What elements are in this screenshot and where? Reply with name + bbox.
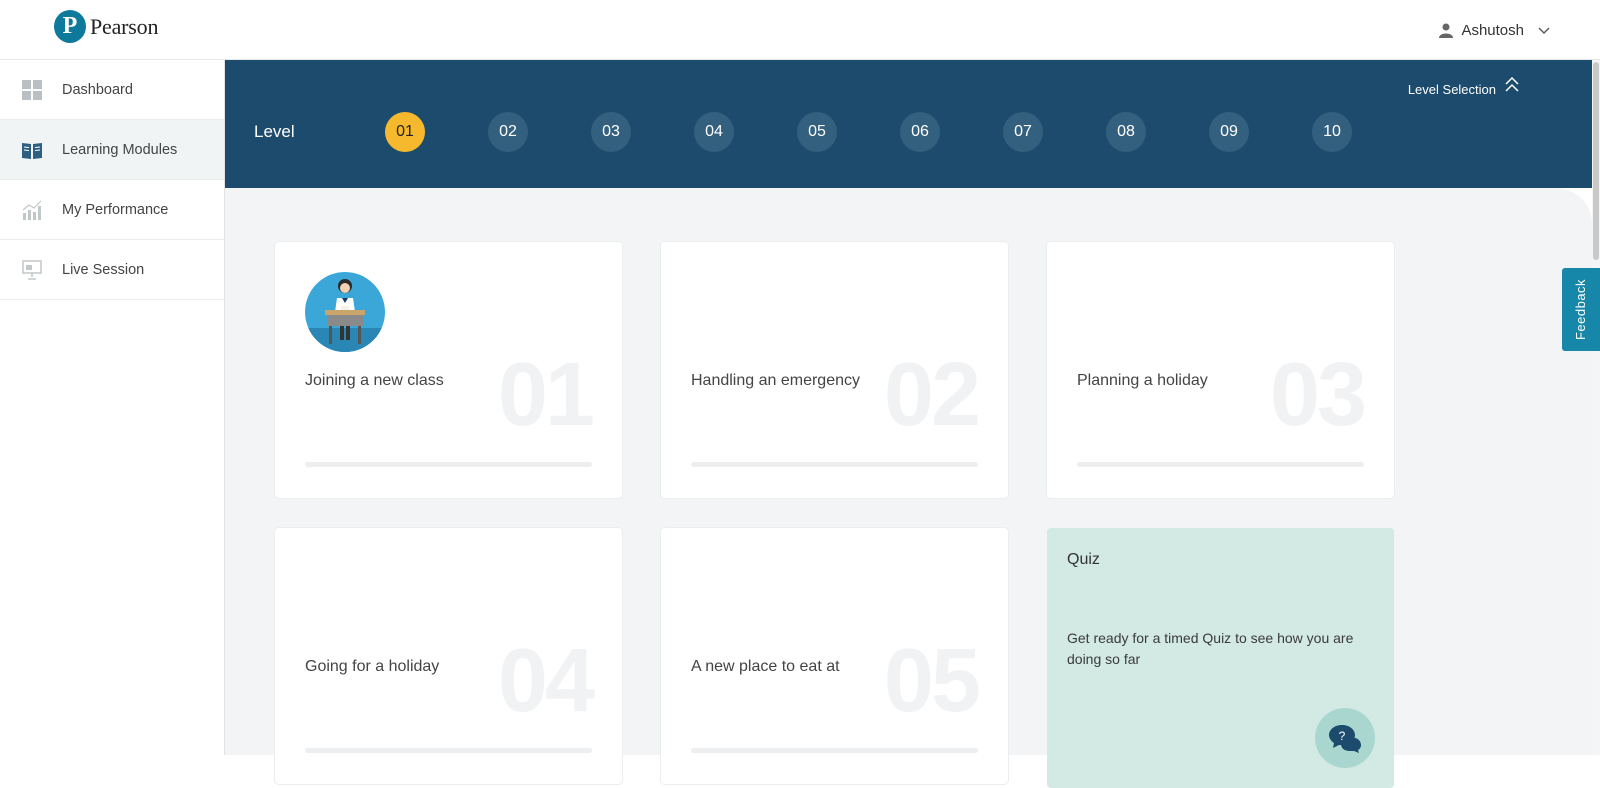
- user-menu[interactable]: Ashutosh: [1439, 22, 1550, 39]
- module-progress-bar: [1077, 462, 1364, 467]
- module-number: 01: [497, 345, 595, 445]
- quiz-description: Get ready for a timed Quiz to see how yo…: [1067, 630, 1354, 667]
- module-title: Joining a new class: [305, 372, 444, 389]
- feedback-label: Feedback: [1573, 278, 1589, 341]
- book-icon: [22, 140, 42, 160]
- chat-question-icon[interactable]: ?: [1315, 708, 1375, 768]
- pearson-logo-mark: P: [54, 10, 86, 43]
- feedback-tab[interactable]: Feedback: [1562, 268, 1600, 351]
- module-number: 03: [1269, 345, 1367, 445]
- module-progress-bar: [305, 462, 592, 467]
- module-progress-bar: [691, 748, 978, 753]
- module-number: 05: [883, 631, 981, 731]
- level-selection-label: Level Selection: [1407, 82, 1496, 97]
- level-09-button[interactable]: 09: [1209, 112, 1249, 152]
- level-01-button[interactable]: 01: [385, 112, 425, 152]
- top-header: P Pearson Ashutosh: [0, 0, 1600, 60]
- level-selector-band: Level 01 02 03 04 05 06 07 08 09 10 Leve…: [225, 60, 1600, 188]
- module-card-05[interactable]: A new place to eat at 05: [661, 528, 1008, 784]
- pearson-logo-text: Pearson: [90, 13, 159, 39]
- user-icon: [1439, 23, 1454, 38]
- module-progress-bar: [691, 462, 978, 467]
- sidebar-item-label: Dashboard: [62, 81, 133, 98]
- module-card-03[interactable]: Planning a holiday 03: [1047, 242, 1394, 498]
- grid-icon: [22, 79, 42, 100]
- level-07-button[interactable]: 07: [1003, 112, 1043, 152]
- level-05-button[interactable]: 05: [797, 112, 837, 152]
- level-selection-toggle[interactable]: Level Selection: [1408, 76, 1520, 97]
- double-chevron-up-icon: [1504, 76, 1520, 97]
- level-10-button[interactable]: 10: [1312, 112, 1352, 152]
- presentation-icon: [22, 259, 42, 280]
- module-number: 04: [497, 631, 595, 731]
- user-name: Ashutosh: [1461, 22, 1524, 39]
- level-02-button[interactable]: 02: [488, 112, 528, 152]
- modules-content: Joining a new class 01 Handling an emerg…: [225, 188, 1592, 788]
- module-card-02[interactable]: Handling an emergency 02: [661, 242, 1008, 498]
- sidebar-item-label: My Performance: [62, 201, 169, 218]
- level-06-button[interactable]: 06: [900, 112, 940, 152]
- module-title: Going for a holiday: [305, 658, 440, 675]
- page-scrollbar-thumb[interactable]: [1593, 62, 1599, 260]
- bar-chart-icon: [22, 200, 42, 220]
- level-title: Level: [254, 122, 295, 141]
- sidebar-item-label: Learning Modules: [62, 141, 178, 158]
- module-card-01[interactable]: Joining a new class 01: [275, 242, 622, 498]
- quiz-title: Quiz: [1067, 551, 1100, 568]
- level-list: 01 02 03 04 05 06 07 08 09 10: [385, 112, 1352, 152]
- student-desk-illustration: [305, 272, 385, 352]
- module-progress-bar: [305, 748, 592, 753]
- sidebar-item-learning-modules[interactable]: Learning Modules: [0, 120, 224, 180]
- module-card-04[interactable]: Going for a holiday 04: [275, 528, 622, 784]
- level-08-button[interactable]: 08: [1106, 112, 1146, 152]
- module-title: Handling an emergency: [691, 372, 860, 389]
- module-number: 02: [883, 345, 981, 445]
- sidebar-item-dashboard[interactable]: Dashboard: [0, 60, 224, 120]
- sidebar-item-label: Live Session: [62, 261, 145, 278]
- pearson-logo[interactable]: P Pearson: [54, 10, 158, 43]
- level-04-button[interactable]: 04: [694, 112, 734, 152]
- level-03-button[interactable]: 03: [591, 112, 631, 152]
- module-title: Planning a holiday: [1077, 372, 1208, 389]
- svg-text:?: ?: [1339, 729, 1346, 743]
- sidebar: Dashboard Learning Modules My Performanc…: [0, 60, 225, 755]
- sidebar-item-live-session[interactable]: Live Session: [0, 240, 224, 300]
- module-title: A new place to eat at: [691, 658, 840, 675]
- quiz-card[interactable]: Quiz Get ready for a timed Quiz to see h…: [1047, 528, 1394, 788]
- sidebar-item-my-performance[interactable]: My Performance: [0, 180, 224, 240]
- chevron-down-icon: [1538, 27, 1550, 35]
